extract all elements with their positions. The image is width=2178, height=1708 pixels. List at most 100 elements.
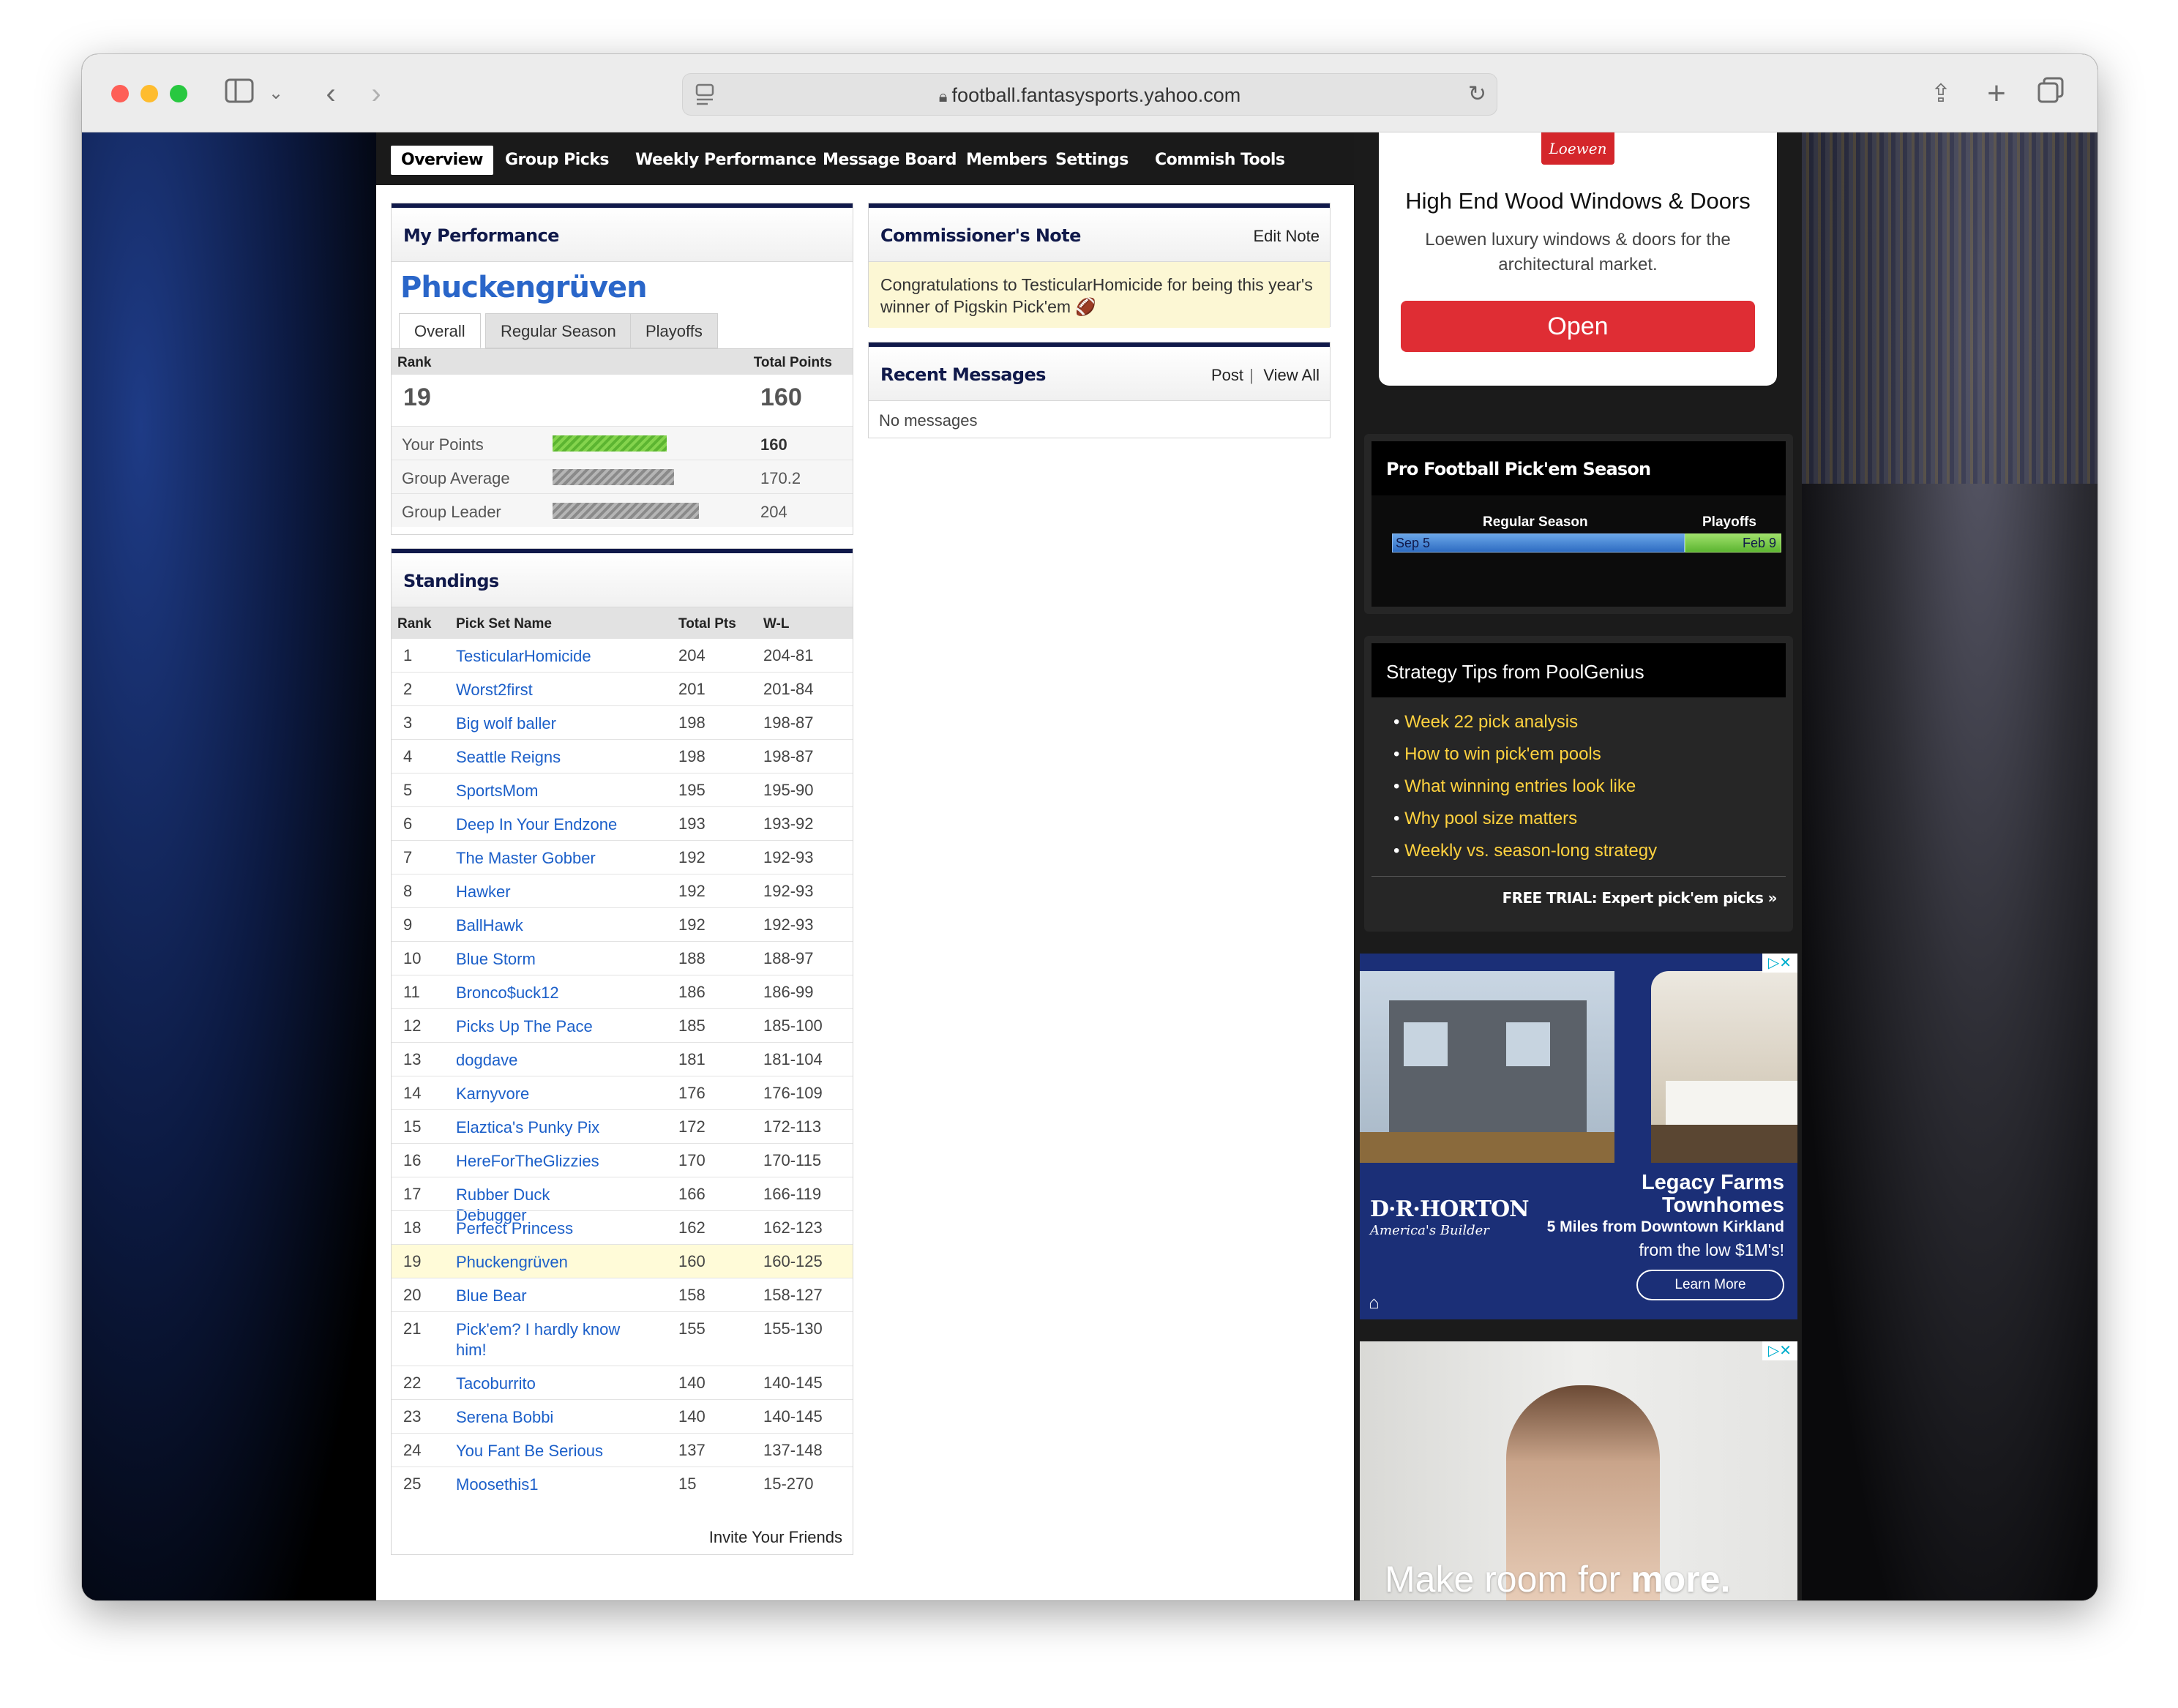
subtab-overall[interactable]: Overall [399, 313, 481, 348]
bottom-ad[interactable]: ▷✕ Make room for more. [1360, 1341, 1797, 1600]
rank-cell: 8 [403, 882, 413, 900]
rank-header-row: Rank Total Points [392, 348, 853, 375]
wl-cell: 186-99 [763, 983, 814, 1001]
pick-set-name-link[interactable]: Phuckengrüven [456, 1252, 624, 1273]
new-tab-icon[interactable]: + [1982, 76, 2011, 111]
strategy-panel: Strategy Tips from PoolGenius • Week 22 … [1364, 636, 1793, 932]
pick-set-name-link[interactable]: Worst2first [456, 680, 624, 700]
pick-set-name-link[interactable]: Seattle Reigns [456, 747, 624, 768]
rank-cell: 22 [403, 1374, 422, 1392]
wl-cell: 193-92 [763, 814, 814, 833]
recent-messages-title: Recent Messages [880, 364, 1046, 385]
loewen-ad[interactable]: Loewen High End Wood Windows & Doors Loe… [1379, 132, 1777, 386]
address-bar[interactable]: 🔒︎ football.fantasysports.yahoo.com ↻ [682, 73, 1497, 116]
table-row: 25 Moosethis1 15 15-270 [392, 1467, 853, 1500]
pick-set-name-link[interactable]: Elaztica's Punky Pix [456, 1117, 624, 1138]
rank-value: 19 [403, 383, 431, 411]
strategy-link[interactable]: • Weekly vs. season-long strategy [1393, 841, 1657, 861]
table-row: 21 Pick'em? I hardly know him! 155 155-130 [392, 1311, 853, 1366]
zoom-window-button[interactable] [170, 85, 187, 102]
strategy-link-text[interactable]: Why pool size matters [1404, 809, 1577, 828]
strategy-link-text[interactable]: Weekly vs. season-long strategy [1404, 841, 1657, 861]
total-pts-cell: 176 [678, 1084, 706, 1102]
strategy-header: Strategy Tips from PoolGenius [1371, 643, 1786, 697]
total-pts-cell: 162 [678, 1218, 706, 1237]
pick-set-name-link[interactable]: Big wolf baller [456, 713, 624, 734]
total-pts-cell: 140 [678, 1407, 706, 1426]
back-icon[interactable]: ‹ [316, 76, 345, 111]
invite-friends-link[interactable]: Invite Your Friends [709, 1528, 842, 1547]
strategy-link-text[interactable]: What winning entries look like [1404, 776, 1636, 796]
minimize-window-button[interactable] [141, 85, 158, 102]
pick-set-name-link[interactable]: Bronco$uck12 [456, 983, 624, 1003]
share-icon[interactable]: ⇪ [1926, 76, 1956, 111]
url-text: 🔒︎ football.fantasysports.yahoo.com [938, 84, 1241, 106]
subtab-playoffs[interactable]: Playoffs [630, 313, 718, 348]
tab-commish-tools[interactable]: Commish Tools [1145, 146, 1295, 175]
pick-set-name-link[interactable]: Moosethis1 [456, 1475, 624, 1495]
pick-set-name-link[interactable]: You Fant Be Serious [456, 1441, 624, 1461]
forward-icon[interactable]: › [362, 76, 391, 111]
tab-settings[interactable]: Settings [1045, 146, 1139, 175]
pick-set-name-link[interactable]: HereForTheGlizzies [456, 1151, 624, 1172]
group-average-value: 170.2 [760, 469, 801, 487]
my-performance-panel: My Performance Phuckengrüven Overall Reg… [391, 203, 853, 535]
free-trial-link[interactable]: FREE TRIAL: Expert pick'em picks » [1502, 889, 1778, 907]
strategy-link[interactable]: • Week 22 pick analysis [1393, 712, 1578, 733]
tab-members[interactable]: Members [956, 146, 1058, 175]
group-leader-row: Group Leader 204 [392, 493, 853, 527]
wl-cell: 162-123 [763, 1218, 823, 1237]
pick-set-name-link[interactable]: Karnyvore [456, 1084, 624, 1104]
standings-column-headers: Rank Pick Set Name Total Pts W-L [392, 607, 853, 638]
tab-message-board[interactable]: Message Board [812, 146, 967, 175]
edit-note-link[interactable]: Edit Note [1254, 227, 1320, 246]
col-rank: Rank [397, 616, 432, 632]
subtab-regular-season[interactable]: Regular Season [485, 313, 632, 348]
team-name[interactable]: Phuckengrüven [400, 271, 648, 304]
adchoices-icon[interactable]: ▷✕ [1762, 1341, 1797, 1360]
pick-set-name-link[interactable]: Blue Bear [456, 1286, 624, 1306]
pick-set-name-link[interactable]: Picks Up The Pace [456, 1016, 624, 1037]
post-link[interactable]: Post [1211, 366, 1243, 385]
rank-cell: 7 [403, 848, 413, 866]
adchoices-icon[interactable]: ▷✕ [1762, 954, 1797, 973]
pick-set-name-link[interactable]: Tacoburrito [456, 1374, 624, 1394]
reload-icon[interactable]: ↻ [1468, 81, 1486, 107]
pick-set-name-link[interactable]: BallHawk [456, 915, 624, 936]
pick-set-name-link[interactable]: Deep In Your Endzone [456, 814, 624, 835]
horton-ad[interactable]: ▷✕ D·R·HORTON America's Builder Legacy F… [1360, 954, 1797, 1319]
tab-weekly-performance[interactable]: Weekly Performance [625, 146, 826, 175]
pick-set-name-link[interactable]: dogdave [456, 1050, 624, 1071]
tab-group-picks[interactable]: Group Picks [495, 146, 619, 175]
view-all-link[interactable]: View All [1263, 366, 1320, 385]
tab-overview-icon[interactable] [2036, 76, 2065, 112]
strategy-link-text[interactable]: Week 22 pick analysis [1404, 712, 1578, 732]
pick-set-name-link[interactable]: TesticularHomicide [456, 646, 624, 667]
pick-set-name-link[interactable]: Hawker [456, 882, 624, 902]
close-window-button[interactable] [111, 85, 129, 102]
sidebar-icon[interactable] [222, 76, 256, 111]
wl-cell: 15-270 [763, 1475, 814, 1493]
strategy-link[interactable]: • How to win pick'em pools [1393, 744, 1601, 765]
wl-cell: 158-127 [763, 1286, 823, 1304]
col-total-pts: Total Pts [678, 616, 736, 632]
tab-overview[interactable]: Overview [391, 146, 493, 175]
wl-cell: 198-87 [763, 713, 814, 732]
ad-open-button[interactable]: Open [1401, 301, 1755, 352]
strategy-link[interactable]: • Why pool size matters [1393, 809, 1577, 829]
wl-cell: 181-104 [763, 1050, 823, 1068]
pick-set-name-link[interactable]: SportsMom [456, 781, 624, 801]
pick-set-name-link[interactable]: Pick'em? I hardly know him! [456, 1319, 624, 1360]
pick-set-name-link[interactable]: The Master Gobber [456, 848, 624, 869]
chevron-down-icon[interactable]: ⌄ [265, 76, 287, 111]
strategy-link-text[interactable]: How to win pick'em pools [1404, 744, 1601, 764]
pick-set-name-link[interactable]: Perfect Princess [456, 1218, 624, 1239]
learn-more-button[interactable]: Learn More [1636, 1270, 1784, 1300]
strategy-link[interactable]: • What winning entries look like [1393, 776, 1636, 797]
total-pts-cell: 188 [678, 949, 706, 967]
total-pts-cell: 170 [678, 1151, 706, 1169]
pick-set-name-link[interactable]: Serena Bobbi [456, 1407, 624, 1428]
total-pts-cell: 181 [678, 1050, 706, 1068]
pick-set-name-link[interactable]: Blue Storm [456, 949, 624, 970]
total-pts-cell: 192 [678, 882, 706, 900]
